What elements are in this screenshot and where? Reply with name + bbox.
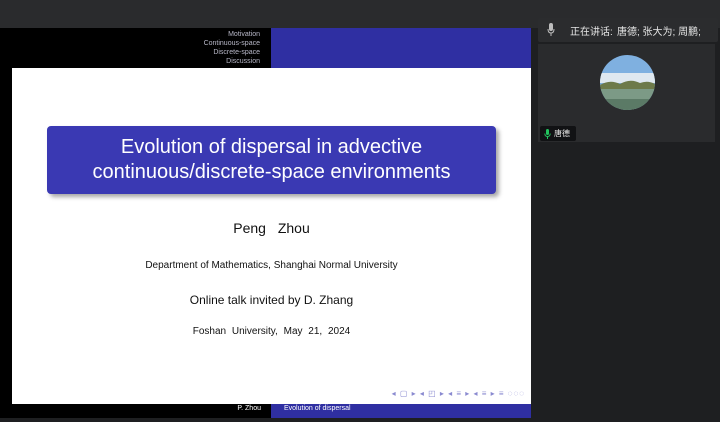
slide-author: Peng Zhou	[233, 220, 310, 236]
nav-item-continuous-space[interactable]: Continuous-space	[12, 39, 271, 48]
nav-right-band	[271, 28, 531, 68]
speaking-label: 正在讲话:	[570, 27, 613, 38]
nav-item-discrete-space[interactable]: Discrete-space	[12, 48, 271, 57]
participant-name-tag: 唐德	[540, 126, 576, 141]
slide-nav-header: Motivation Continuous-space Discrete-spa…	[0, 28, 531, 68]
slide-footer: P. Zhou Evolution of dispersal	[0, 404, 531, 418]
slide-department: Department of Mathematics, Shanghai Norm…	[145, 260, 398, 271]
shared-slide: Motivation Continuous-space Discrete-spa…	[0, 28, 531, 418]
participant-name: 唐德	[554, 129, 570, 138]
footer-author: P. Zhou	[237, 405, 261, 412]
participant-avatar	[600, 55, 655, 110]
speaking-names: 唐德; 张大为; 周鹏;	[617, 27, 701, 38]
nav-item-discussion[interactable]: Discussion	[12, 57, 271, 66]
slide-title-line2: continuous/discrete-space environments	[92, 161, 451, 183]
footer-left-band: P. Zhou	[0, 404, 271, 418]
speaking-indicator: 正在讲话: 唐德; 张大为; 周鹏;	[538, 18, 718, 42]
slide-title-line1: Evolution of dispersal in advective	[120, 136, 423, 158]
landscape-avatar-image	[600, 55, 655, 110]
footer-right-band: Evolution of dispersal	[271, 404, 531, 418]
nav-left-band: Motivation Continuous-space Discrete-spa…	[0, 28, 271, 68]
microphone-icon	[547, 23, 555, 36]
slide-venue-date: Foshan University, May 21, 2024	[192, 326, 351, 337]
active-microphone-icon	[544, 128, 551, 139]
slide-talk-note: Online talk invited by D. Zhang	[189, 293, 354, 307]
participant-video-tile[interactable]: 唐德	[538, 44, 715, 142]
slide-body: Evolution of dispersal in advective cont…	[12, 68, 531, 404]
beamer-navigation-icons[interactable]: ◂ ▢ ▸ ◂ ◰ ▸ ◂ ≡ ▸ ◂ ≡ ▸ ≡ ◌◌◌	[392, 389, 525, 398]
footer-short-title: Evolution of dispersal	[284, 405, 351, 412]
nav-item-motivation[interactable]: Motivation	[12, 30, 271, 39]
slide-title-box: Evolution of dispersal in advective cont…	[47, 126, 496, 194]
